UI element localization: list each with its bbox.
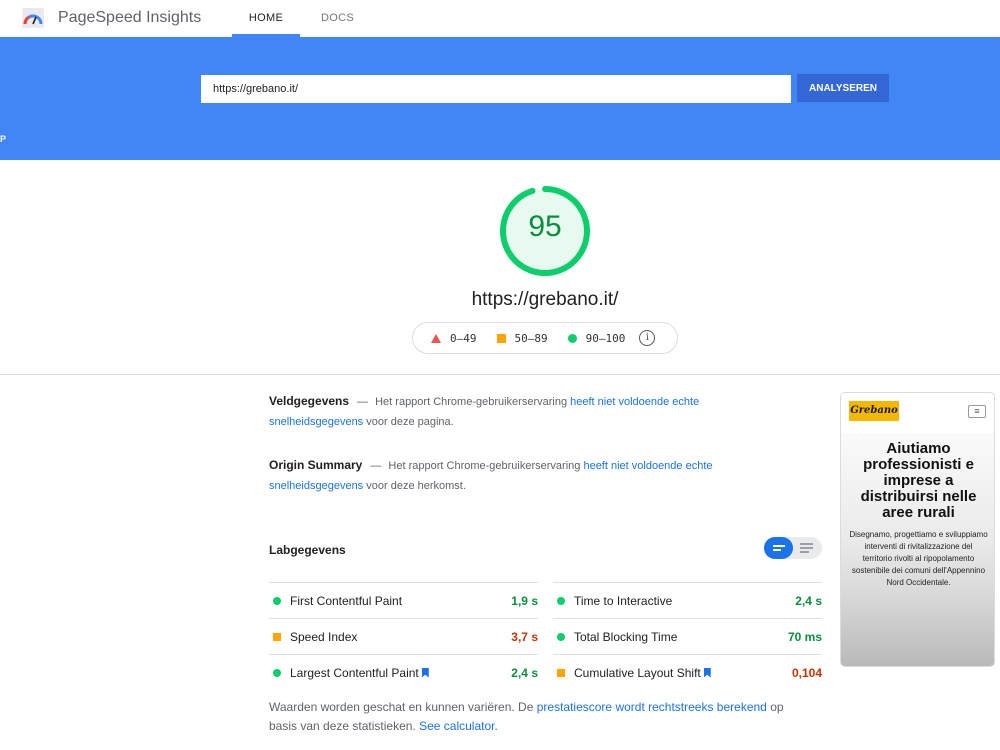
hero-edge-text: P (0, 134, 7, 144)
origin-summary-dash: — (370, 460, 382, 472)
origin-summary-title: Origin Summary (269, 458, 363, 472)
square-icon (496, 333, 506, 343)
metric-value: 2,4 s (795, 593, 822, 608)
field-data-dash: — (357, 396, 369, 408)
origin-summary-section: Origin Summary — Het rapport Chrome-gebru… (269, 455, 729, 496)
field-data-section: Veldgegevens — Het rapport Chrome-gebruik… (269, 391, 709, 432)
page-screenshot-thumbnail: Grebano ≡ Aiutiamo professionisti e impr… (840, 392, 995, 667)
field-data-title: Veldgegevens (269, 394, 350, 408)
footnote-text: Waarden worden geschat en kunnen variëre… (269, 700, 534, 714)
origin-summary-text-after: voor deze herkomst. (366, 480, 466, 492)
metric-largest-contentful-paint: Largest Contentful Paint 2,4 s (269, 654, 538, 690)
metric-first-contentful-paint: First Contentful Paint 1,9 s (269, 582, 538, 618)
legend-label-average: 50–89 (514, 331, 548, 345)
pagespeed-logo-icon (22, 8, 44, 28)
top-bar: PageSpeed Insights HOME DOCS (0, 0, 1000, 37)
metric-label: Time to Interactive (574, 593, 673, 608)
field-data-text-after: voor deze pagina. (366, 416, 454, 428)
search-banner: ANALYSEREN P (0, 37, 1000, 160)
metric-cumulative-layout-shift: Cumulative Layout Shift 0,104 (553, 654, 822, 690)
compact-view-icon[interactable] (764, 537, 793, 559)
origin-summary-text: Het rapport Chrome-gebruikerservaring (388, 460, 581, 472)
triangle-icon (431, 333, 441, 343)
legend-item-poor: 0–49 (431, 332, 477, 345)
app-title: PageSpeed Insights (58, 9, 202, 26)
url-input[interactable] (201, 75, 791, 103)
metric-value: 2,4 s (511, 665, 538, 680)
status-circle-icon (273, 596, 281, 605)
legend-label-good: 90–100 (585, 331, 626, 345)
lab-data-footnote: Waarden worden geschat en kunnen variëre… (269, 698, 809, 736)
status-circle-icon (273, 668, 281, 677)
view-toggle[interactable] (764, 537, 822, 559)
field-data-text: Het rapport Chrome-gebruikerservaring (375, 396, 568, 408)
analyze-button[interactable]: ANALYSEREN (797, 74, 889, 102)
circle-icon (567, 333, 577, 343)
info-icon[interactable]: i (639, 330, 656, 346)
metric-speed-index: Speed Index 3,7 s (269, 618, 538, 654)
status-square-icon (557, 668, 565, 677)
bookmark-icon (703, 667, 711, 678)
metric-time-to-interactive: Time to Interactive 2,4 s (553, 582, 822, 618)
see-calculator-link[interactable]: See calculator. (419, 719, 498, 733)
tab-docs[interactable]: DOCS (321, 12, 354, 24)
menu-icon: ≡ (968, 405, 986, 418)
metric-value: 1,9 s (511, 593, 538, 608)
metric-label: Total Blocking Time (574, 629, 678, 644)
metric-value: 70 ms (787, 629, 822, 644)
score-calculation-link[interactable]: prestatiescore wordt rechtstreeks bereke… (537, 700, 767, 714)
metric-value: 0,104 (791, 665, 822, 680)
legend-item-good: 90–100 (567, 331, 626, 345)
metric-label: First Contentful Paint (290, 593, 403, 608)
metric-value: 3,7 s (511, 629, 538, 644)
status-square-icon (273, 632, 281, 641)
metric-label: Cumulative Layout Shift (574, 665, 701, 680)
score-legend: 0–49 50–89 90–100 i (412, 322, 678, 354)
metric-total-blocking-time: Total Blocking Time 70 ms (553, 618, 822, 654)
status-circle-icon (557, 596, 565, 605)
lab-data-title: Labgegevens (269, 543, 346, 557)
legend-item-average: 50–89 (496, 331, 548, 345)
status-circle-icon (557, 632, 565, 641)
tested-url: https://grebano.it/ (471, 289, 619, 310)
tab-home[interactable]: HOME (232, 12, 300, 37)
bookmark-icon (421, 667, 429, 678)
performance-score: 95 (528, 210, 562, 243)
thumbnail-body-text: Disegnamo, progettiamo e sviluppiamo int… (849, 530, 988, 587)
thumbnail-headline: Aiutiamo professionisti e imprese a dist… (860, 440, 977, 521)
legend-label-poor: 0–49 (450, 331, 477, 345)
metric-label: Largest Contentful Paint (290, 665, 419, 680)
divider (0, 374, 1000, 375)
metric-label: Speed Index (290, 629, 358, 644)
thumbnail-logo: Grebano (849, 401, 899, 421)
